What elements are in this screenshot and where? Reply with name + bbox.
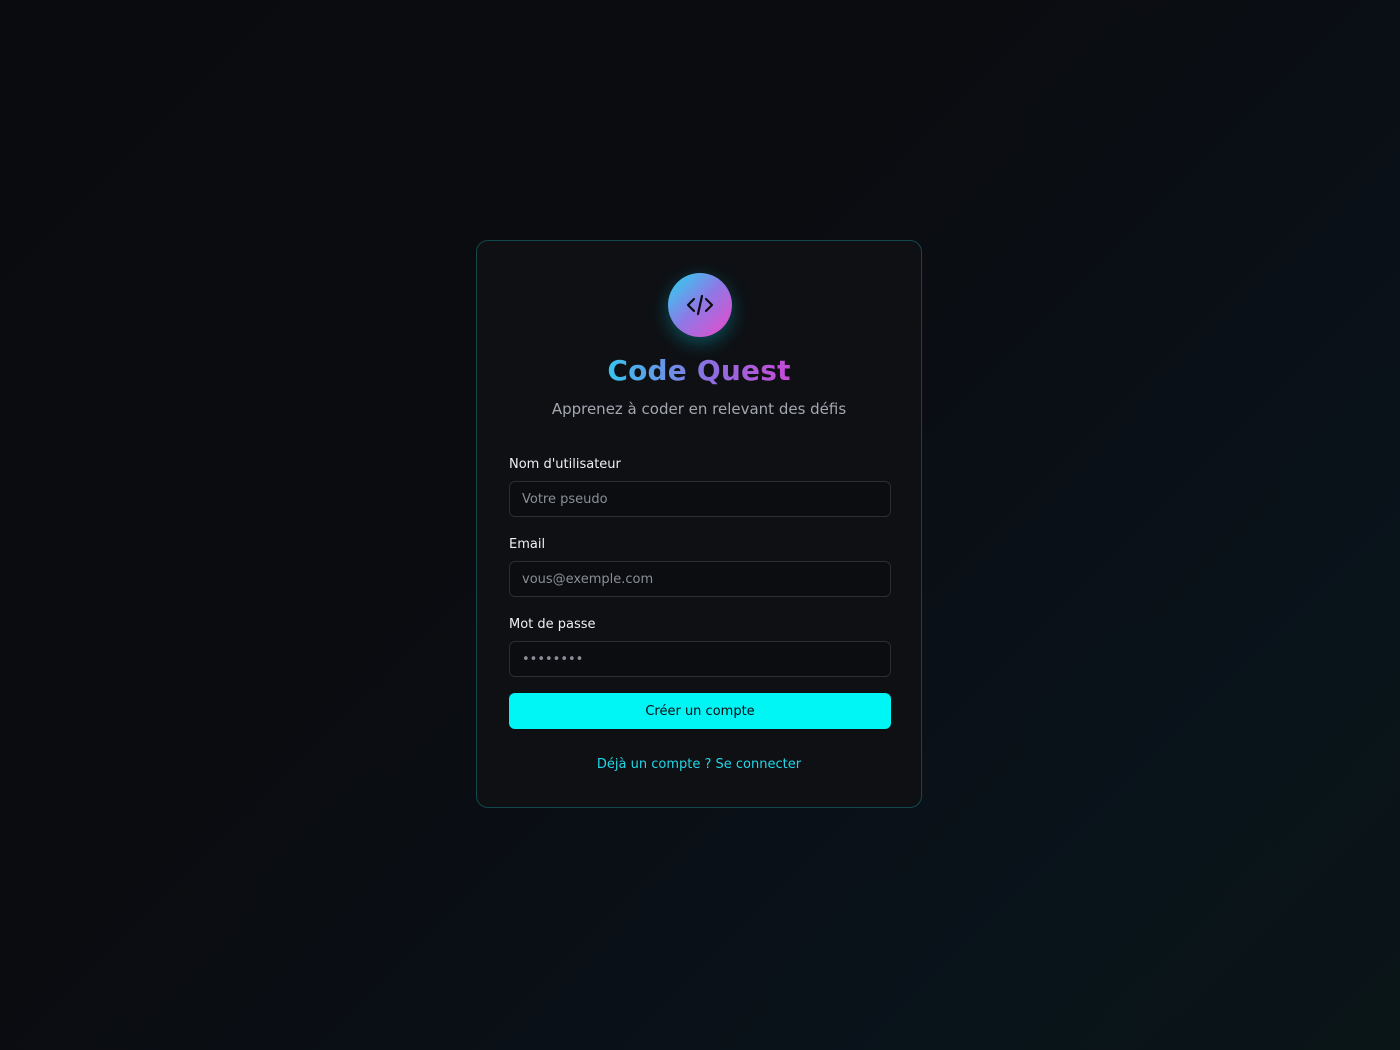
username-input[interactable] xyxy=(509,481,891,517)
password-label: Mot de passe xyxy=(509,617,596,632)
password-input[interactable] xyxy=(509,641,891,677)
signup-card: Code Quest Apprenez à coder en relevant … xyxy=(476,240,922,808)
email-input[interactable] xyxy=(509,561,891,597)
create-account-button[interactable]: Créer un compte xyxy=(509,693,891,729)
logo xyxy=(668,273,732,337)
app-subtitle: Apprenez à coder en relevant des défis xyxy=(551,400,847,418)
email-label: Email xyxy=(509,537,546,552)
code-icon xyxy=(686,294,714,316)
username-label: Nom d'utilisateur xyxy=(509,457,621,472)
app-title: Code Quest xyxy=(607,354,791,387)
login-link[interactable]: Déjà un compte ? Se connecter xyxy=(477,756,921,774)
